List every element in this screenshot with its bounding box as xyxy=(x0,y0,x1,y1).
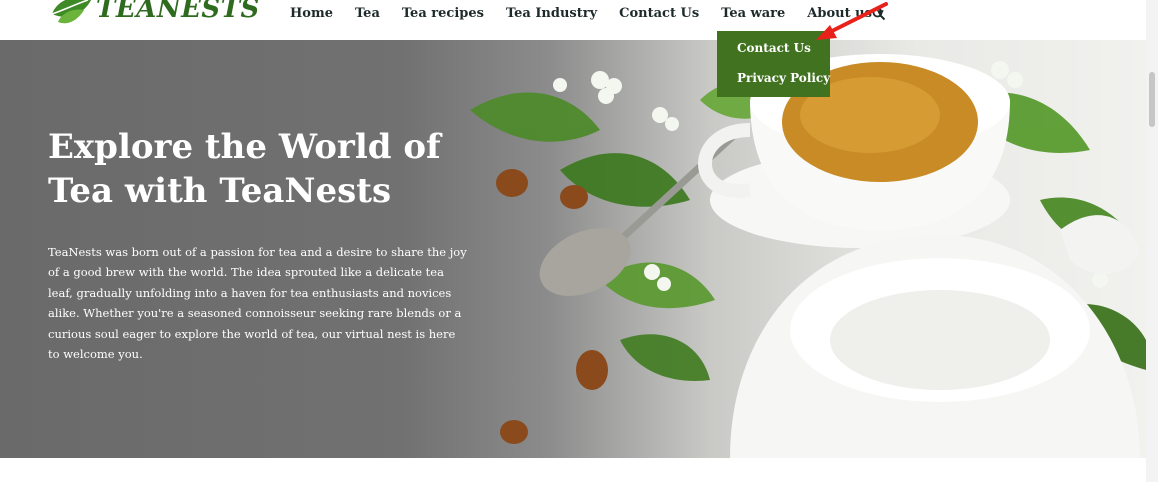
scrollbar-thumb[interactable] xyxy=(1149,72,1155,127)
nav-tea-ware[interactable]: Tea ware xyxy=(721,6,785,21)
logo-text: TEANESTS xyxy=(96,0,260,24)
hero-title-line-2: Tea with TeaNests xyxy=(48,171,392,211)
hero-title-line-1: Explore the World of xyxy=(48,127,441,167)
hero-banner: Explore the World of Tea with TeaNests T… xyxy=(0,40,1146,458)
site-logo[interactable]: TEANESTS xyxy=(48,0,260,26)
dropdown-item-privacy-policy[interactable]: Privacy Policy xyxy=(717,55,830,85)
nav-contact-us[interactable]: Contact Us xyxy=(619,6,699,21)
nav-tea-recipes[interactable]: Tea recipes xyxy=(402,6,484,21)
nav-tea[interactable]: Tea xyxy=(355,6,380,21)
red-arrow-annotation-icon xyxy=(816,2,888,40)
header-bar: TEANESTS Home Tea Tea recipes Tea Indust… xyxy=(0,0,1146,40)
hero-title: Explore the World of Tea with TeaNests xyxy=(48,125,508,213)
tea-leaf-logo-icon xyxy=(51,0,91,24)
nav-tea-industry[interactable]: Tea Industry xyxy=(506,6,597,21)
hero-description: TeaNests was born out of a passion for t… xyxy=(48,244,467,362)
nav-home[interactable]: Home xyxy=(290,6,333,21)
